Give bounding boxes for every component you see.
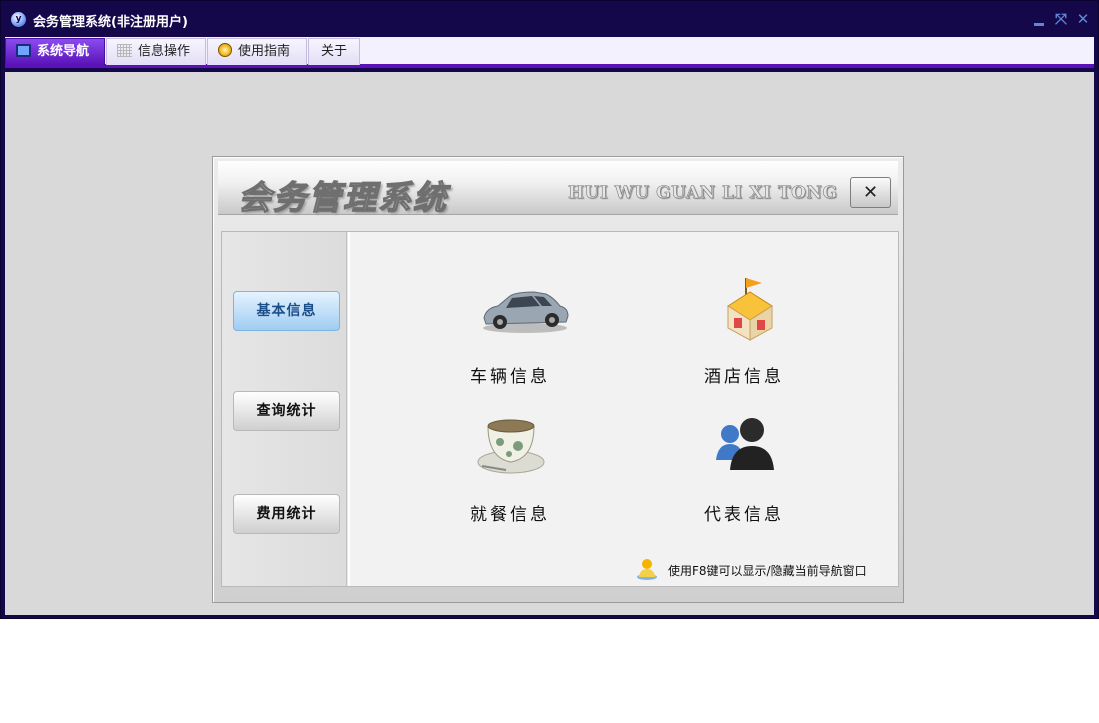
dialog-header[interactable]: 会务管理系统 HUI WU GUAN LI XI TONG ✕ xyxy=(218,161,898,218)
tile-label: 车辆信息 xyxy=(470,367,550,387)
tab-label: 信息操作 xyxy=(138,44,191,59)
tab-label: 关于 xyxy=(321,44,348,59)
minimize-icon[interactable] xyxy=(1030,10,1048,28)
f8-hint: 使用F8键可以显示/隐藏当前导航窗口 xyxy=(628,557,898,581)
tab-about[interactable]: 关于 xyxy=(308,38,360,65)
sidebar-item-basic-info[interactable]: 基本信息 xyxy=(233,291,340,331)
tab-system-navigation[interactable]: 系统导航 xyxy=(5,38,105,65)
tile-label: 酒店信息 xyxy=(704,367,784,387)
users-icon xyxy=(716,418,774,470)
tile-label: 就餐信息 xyxy=(470,505,550,525)
guide-icon xyxy=(218,43,232,57)
sidebar-item-expense-stats[interactable]: 费用统计 xyxy=(233,494,340,534)
navigation-dialog: 会务管理系统 HUI WU GUAN LI XI TONG ✕ 基本信息 查询统… xyxy=(212,156,904,603)
dialog-body: 基本信息 查询统计 费用统计 车辆信息 酒店信息 就餐信息 代表信息 使用F8键… xyxy=(221,231,899,587)
hotel-icon xyxy=(727,278,773,341)
close-icon[interactable]: ✕ xyxy=(1074,10,1092,28)
app-logo-icon: y xyxy=(11,12,26,27)
tile-label: 代表信息 xyxy=(704,505,784,525)
tab-label: 系统导航 xyxy=(37,44,90,59)
tile-dining-info[interactable]: 就餐信息 xyxy=(440,418,580,538)
dialog-subtitle: HUI WU GUAN LI XI TONG xyxy=(568,183,838,204)
user-hint-icon xyxy=(637,559,657,580)
tile-delegate-info[interactable]: 代表信息 xyxy=(674,418,814,538)
tab-label: 使用指南 xyxy=(238,44,291,59)
dialog-title: 会务管理系统 xyxy=(237,177,448,217)
grid-icon xyxy=(117,44,132,57)
app-window: y 会务管理系统(非注册用户) ⤧ ✕ 系统导航 信息操作 使用指南 关于 会务… xyxy=(0,0,1099,619)
tab-user-guide[interactable]: 使用指南 xyxy=(207,38,307,65)
teacup-icon xyxy=(477,419,545,474)
monitor-icon xyxy=(16,44,31,57)
car-icon xyxy=(483,291,569,333)
tile-vehicle-info[interactable]: 车辆信息 xyxy=(440,280,580,400)
restore-icon[interactable]: ⤧ xyxy=(1052,10,1070,28)
hint-text: 使用F8键可以显示/隐藏当前导航窗口 xyxy=(668,564,867,578)
sidebar-item-query-stats[interactable]: 查询统计 xyxy=(233,391,340,431)
main-panel: 车辆信息 酒店信息 就餐信息 代表信息 使用F8键可以显示/隐藏当前导航窗口 xyxy=(348,232,898,586)
title-bar[interactable]: y 会务管理系统(非注册用户) ⤧ ✕ xyxy=(1,1,1098,37)
tab-info-operation[interactable]: 信息操作 xyxy=(106,38,206,65)
dialog-close-button[interactable]: ✕ xyxy=(850,177,891,208)
tab-strip: 系统导航 信息操作 使用指南 关于 xyxy=(5,37,1094,68)
window-title: 会务管理系统(非注册用户) xyxy=(33,15,188,30)
sidebar: 基本信息 查询统计 费用统计 xyxy=(222,232,347,586)
tile-hotel-info[interactable]: 酒店信息 xyxy=(674,278,814,400)
